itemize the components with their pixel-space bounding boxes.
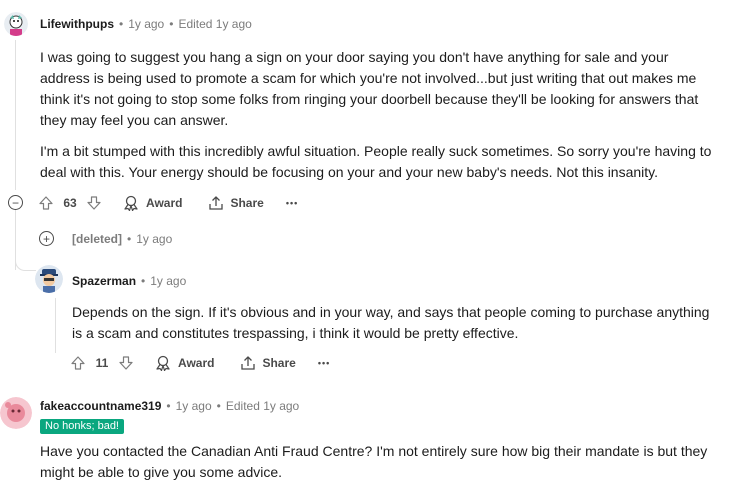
- timestamp[interactable]: 1y ago: [136, 232, 172, 246]
- thread-branch: [15, 255, 36, 271]
- timestamp[interactable]: 1y ago: [128, 17, 164, 31]
- separator: •: [119, 17, 124, 31]
- comment-header: Lifewithpups • 1y ago • Edited 1y ago: [40, 17, 252, 31]
- comment-line: address is being used to promote a scam …: [40, 70, 697, 86]
- vote-score: 63: [63, 196, 77, 210]
- comment-line: might be able to give you some advice.: [40, 464, 283, 480]
- username[interactable]: Spazerman: [72, 274, 136, 288]
- comment-line: they may feel you can answer.: [40, 112, 229, 128]
- username[interactable]: Lifewithpups: [40, 17, 114, 31]
- comment-line: I was going to suggest you hang a sign o…: [40, 49, 669, 65]
- user-flair-wrap: No honks; bad!: [40, 416, 124, 434]
- comment-line: I'm a bit stumped with this incredibly a…: [40, 143, 712, 159]
- expand-thread-button[interactable]: +: [39, 231, 54, 246]
- vote-controls: 63: [38, 195, 102, 211]
- downvote-icon[interactable]: [86, 195, 102, 211]
- more-options-icon[interactable]: •••: [318, 358, 330, 368]
- avatar[interactable]: [35, 265, 63, 293]
- comment-header: [deleted] • 1y ago: [72, 232, 172, 246]
- separator: •: [141, 274, 146, 288]
- timestamp[interactable]: 1y ago: [150, 274, 186, 288]
- share-label: Share: [262, 356, 296, 370]
- edited-timestamp: Edited 1y ago: [178, 17, 252, 31]
- separator: •: [216, 399, 221, 413]
- more-options-icon[interactable]: •••: [286, 198, 298, 208]
- thread-line[interactable]: [55, 298, 56, 353]
- separator: •: [166, 399, 171, 413]
- share-icon: [240, 355, 256, 371]
- comment-line: think it's not going to stop some folks …: [40, 91, 699, 107]
- share-label: Share: [230, 196, 264, 210]
- username: [deleted]: [72, 232, 123, 246]
- share-button[interactable]: Share: [240, 355, 296, 371]
- avatar[interactable]: [0, 397, 32, 429]
- award-button[interactable]: Award: [154, 355, 214, 371]
- comment-header: fakeaccountname319 • 1y ago • Edited 1y ago: [40, 399, 299, 413]
- thread-line[interactable]: [15, 40, 16, 190]
- edited-timestamp: Edited 1y ago: [225, 399, 300, 413]
- collapse-thread-button[interactable]: −: [8, 195, 23, 210]
- award-label: Award: [146, 196, 183, 210]
- comment-line: deal with this. Your energy should be fo…: [40, 164, 659, 180]
- timestamp[interactable]: 1y ago: [176, 399, 212, 413]
- comment-line: Depends on the sign. If it's obvious and…: [72, 304, 710, 320]
- downvote-icon[interactable]: [118, 355, 134, 371]
- award-label: Award: [178, 356, 215, 370]
- comment-line: is a scam and constitutes trespassing, i…: [72, 325, 519, 341]
- comment-actions: 63 Award Share •••: [38, 193, 298, 213]
- comment-actions: 11 Award Share •••: [70, 353, 330, 373]
- username[interactable]: fakeaccountname319: [40, 399, 161, 413]
- comment-body: Depends on the sign. If it's obvious and…: [72, 302, 742, 344]
- comment-line: Have you contacted the Canadian Anti Fra…: [40, 443, 708, 459]
- comment-body: Have you contacted the Canadian Anti Fra…: [40, 441, 740, 483]
- award-button[interactable]: Award: [122, 195, 182, 211]
- separator: •: [169, 17, 174, 31]
- vote-score: 11: [95, 356, 109, 370]
- award-icon: [154, 355, 172, 371]
- upvote-icon[interactable]: [70, 355, 86, 371]
- award-icon: [122, 195, 140, 211]
- vote-controls: 11: [70, 355, 134, 371]
- share-button[interactable]: Share: [208, 195, 264, 211]
- upvote-icon[interactable]: [38, 195, 54, 211]
- user-flair: No honks; bad!: [40, 419, 124, 434]
- comment-header: Spazerman • 1y ago: [72, 274, 186, 288]
- separator: •: [127, 232, 132, 246]
- comment-body: I was going to suggest you hang a sign o…: [40, 47, 740, 183]
- avatar[interactable]: [4, 12, 28, 36]
- share-icon: [208, 195, 224, 211]
